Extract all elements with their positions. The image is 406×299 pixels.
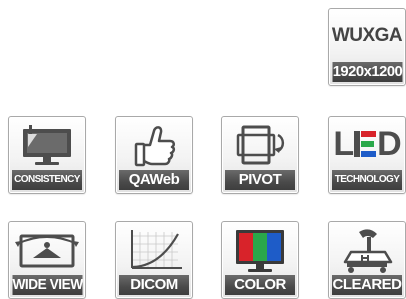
wide-view-monitor-icon <box>15 234 79 268</box>
wide-view-badge: WIDE VIEW <box>8 221 86 299</box>
dicom-badge: DICOM <box>115 221 193 299</box>
qaweb-badge: QAWeb <box>115 116 193 194</box>
pivot-badge: PIVOT <box>221 116 299 194</box>
wuxga-badge: WUXGA 1920x1200 <box>328 8 406 86</box>
consistency-badge: CONSISTENCY <box>8 116 86 194</box>
wuxga-title: WUXGA <box>331 25 403 46</box>
color-badge: COLOR <box>221 221 299 299</box>
led-letter-e <box>354 131 377 157</box>
dicom-curve-icon <box>131 230 182 269</box>
medical-device-cleared-icon <box>343 229 393 273</box>
pivot-rotate-icon <box>236 125 285 165</box>
color-label: COLOR <box>225 275 295 295</box>
led-letter-d: D <box>377 124 402 163</box>
led-logo-icon: L D <box>329 117 405 171</box>
thumbs-up-icon <box>134 126 176 167</box>
qaweb-label: QAWeb <box>119 170 189 190</box>
cleared-badge: CLEARED <box>328 221 406 299</box>
color-monitor-icon <box>236 230 284 272</box>
cleared-label: CLEARED <box>332 275 402 295</box>
wide-view-label: WIDE VIEW <box>12 275 82 295</box>
dicom-label: DICOM <box>119 275 189 295</box>
wuxga-resolution-label: 1920x1200 <box>332 62 402 82</box>
consistency-label: CONSISTENCY <box>12 170 82 190</box>
monitor-consistency-icon <box>23 125 71 165</box>
pivot-label: PIVOT <box>225 170 295 190</box>
led-technology-badge: L D TECHNOLOGY <box>328 116 406 194</box>
technology-label: TECHNOLOGY <box>332 170 402 190</box>
led-letter-l: L <box>333 124 354 163</box>
